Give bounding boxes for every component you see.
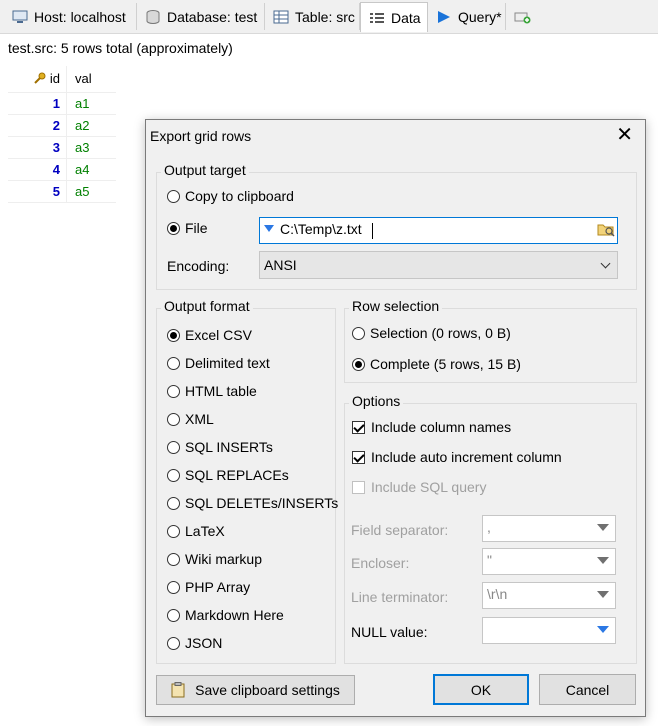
- tab-query[interactable]: Query*: [428, 3, 506, 30]
- text-cursor: [372, 223, 373, 239]
- clipboard-icon: [171, 682, 185, 698]
- null-value-label: NULL value:: [351, 624, 428, 640]
- output-format-title: Output format: [161, 298, 253, 314]
- row-selection-complete-radio[interactable]: Complete (5 rows, 15 B): [352, 356, 521, 372]
- dropdown-arrow-icon[interactable]: [264, 225, 274, 232]
- format-json-radio[interactable]: JSON: [167, 635, 222, 651]
- format-markdown-here-radio[interactable]: Markdown Here: [167, 607, 284, 623]
- encoding-select[interactable]: ANSI: [259, 251, 618, 279]
- chevron-down-icon: [600, 258, 611, 269]
- format-html-table-radio[interactable]: HTML table: [167, 383, 257, 399]
- status-text: test.src: 5 rows total (approximately): [8, 40, 233, 56]
- export-dialog: Export grid rows ✕ Output target Copy to…: [145, 119, 646, 717]
- tab-database[interactable]: Database: test: [137, 3, 265, 30]
- tab-data-label: Data: [391, 9, 421, 26]
- encloser-input[interactable]: ": [482, 548, 616, 575]
- table-row[interactable]: 2 a2: [8, 115, 116, 137]
- tab-host[interactable]: Host: localhost: [4, 3, 137, 30]
- tab-database-label: Database: test: [167, 8, 258, 25]
- dropdown-arrow-icon[interactable]: [597, 557, 609, 564]
- encoding-label: Encoding:: [167, 258, 230, 274]
- dropdown-arrow-icon[interactable]: [597, 591, 609, 598]
- grid-header: id val: [8, 66, 116, 93]
- table-row[interactable]: 3 a3: [8, 137, 116, 159]
- options-title: Options: [349, 393, 404, 409]
- tab-table-label: Table: src: [295, 8, 355, 25]
- dropdown-arrow-icon[interactable]: [597, 524, 609, 531]
- format-delimited-text-radio[interactable]: Delimited text: [167, 355, 270, 371]
- row-selection-title: Row selection: [349, 298, 443, 314]
- table-icon: [273, 10, 289, 24]
- tab-data[interactable]: Data: [360, 2, 428, 32]
- radio-indicator: [167, 221, 180, 235]
- table-row[interactable]: 4 a4: [8, 159, 116, 181]
- radio-indicator: [167, 189, 180, 203]
- include-sql-query-checkbox[interactable]: Include SQL query: [352, 479, 486, 495]
- tab-new-query[interactable]: [506, 3, 540, 30]
- format-excel-csv-radio[interactable]: Excel CSV: [167, 327, 252, 343]
- encloser-label: Encloser:: [351, 555, 410, 571]
- column-header-id[interactable]: id: [8, 71, 66, 87]
- save-clipboard-settings-button[interactable]: Save clipboard settings: [156, 675, 355, 705]
- line-terminator-input[interactable]: \r\n: [482, 582, 616, 609]
- file-radio[interactable]: File: [167, 220, 208, 236]
- close-icon[interactable]: ✕: [616, 125, 633, 145]
- tab-query-label: Query*: [458, 8, 502, 25]
- folder-browse-icon[interactable]: [597, 221, 615, 240]
- field-separator-input[interactable]: ,: [482, 515, 616, 542]
- data-grid[interactable]: id val 1 a1 2 a2 3 a3 4 a4 5 a5: [8, 66, 116, 203]
- field-separator-label: Field separator:: [351, 522, 449, 538]
- primary-key-icon: [34, 72, 46, 87]
- new-query-tab-icon: [514, 10, 531, 24]
- dropdown-arrow-icon[interactable]: [597, 626, 609, 633]
- format-xml-radio[interactable]: XML: [167, 411, 214, 427]
- row-selection-selection-radio[interactable]: Selection (0 rows, 0 B): [352, 325, 511, 341]
- format-wiki-markup-radio[interactable]: Wiki markup: [167, 551, 262, 567]
- column-header-val[interactable]: val: [66, 66, 116, 92]
- table-row[interactable]: 5 a5: [8, 181, 116, 203]
- dialog-title: Export grid rows: [150, 128, 252, 144]
- tab-host-label: Host: localhost: [34, 8, 126, 25]
- format-latex-radio[interactable]: LaTeX: [167, 523, 225, 539]
- data-grid-icon: [369, 11, 385, 25]
- database-icon: [145, 9, 161, 24]
- tab-bar: Host: localhost Database: test Table: sr…: [0, 0, 658, 34]
- include-column-names-checkbox[interactable]: Include column names: [352, 419, 511, 435]
- dialog-title-bar: Export grid rows ✕: [146, 120, 645, 151]
- host-icon: [12, 10, 28, 24]
- line-terminator-label: Line terminator:: [351, 589, 449, 605]
- format-sql-inserts-radio[interactable]: SQL INSERTs: [167, 439, 273, 455]
- table-row[interactable]: 1 a1: [8, 93, 116, 115]
- cancel-button[interactable]: Cancel: [539, 674, 636, 705]
- format-sql-deletes-inserts-radio[interactable]: SQL DELETEs/INSERTs: [167, 495, 338, 511]
- file-path-input[interactable]: C:\Temp\z.txt: [259, 217, 618, 244]
- tab-table[interactable]: Table: src: [265, 3, 360, 30]
- output-target-title: Output target: [161, 162, 249, 178]
- copy-to-clipboard-radio[interactable]: Copy to clipboard: [167, 188, 294, 204]
- format-php-array-radio[interactable]: PHP Array: [167, 579, 250, 595]
- format-sql-replaces-radio[interactable]: SQL REPLACEs: [167, 467, 289, 483]
- null-value-input[interactable]: [482, 617, 616, 644]
- ok-button[interactable]: OK: [433, 674, 529, 705]
- play-icon: [436, 10, 452, 24]
- include-auto-increment-checkbox[interactable]: Include auto increment column: [352, 449, 562, 465]
